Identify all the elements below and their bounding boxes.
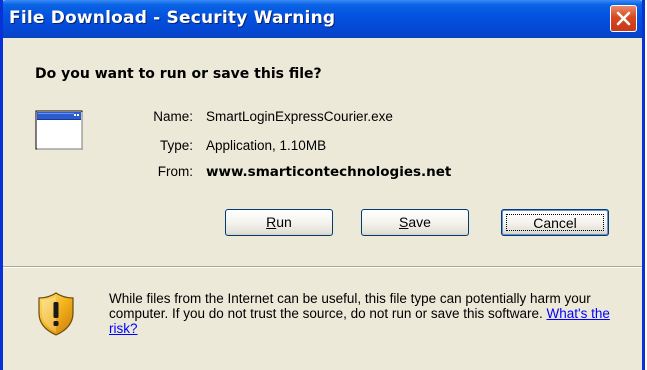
warning-body: While files from the Internet can be use… [109,291,591,321]
file-type-value: Application, 1.10MB [206,138,327,153]
run-button[interactable]: Run [225,209,333,236]
save-mnemonic: S [399,214,409,230]
file-name-value: SmartLoginExpressCourier.exe [206,109,393,124]
from-label: From: [157,164,193,179]
application-window-icon [35,110,83,150]
dialog-question: Do you want to run or save this file? [35,66,322,82]
file-download-dialog: File Download - Security Warning Do you … [0,0,645,370]
file-source-value: www.smarticontechnologies.net [206,164,452,180]
title-bar[interactable]: File Download - Security Warning [3,0,642,38]
window-title: File Download - Security Warning [9,8,336,28]
security-warning-message: While files from the Internet can be use… [109,291,637,336]
cancel-label: Cancel [533,215,577,231]
run-mnemonic: R [266,214,277,230]
type-label: Type: [159,138,193,153]
save-button[interactable]: Save [361,209,469,236]
close-button[interactable] [610,5,637,32]
close-icon [616,11,631,26]
save-label: ave [408,214,431,230]
cancel-button[interactable]: Cancel [501,209,609,236]
name-label: Name: [153,109,193,124]
run-label: un [276,214,292,230]
security-shield-warning-icon [38,292,74,336]
